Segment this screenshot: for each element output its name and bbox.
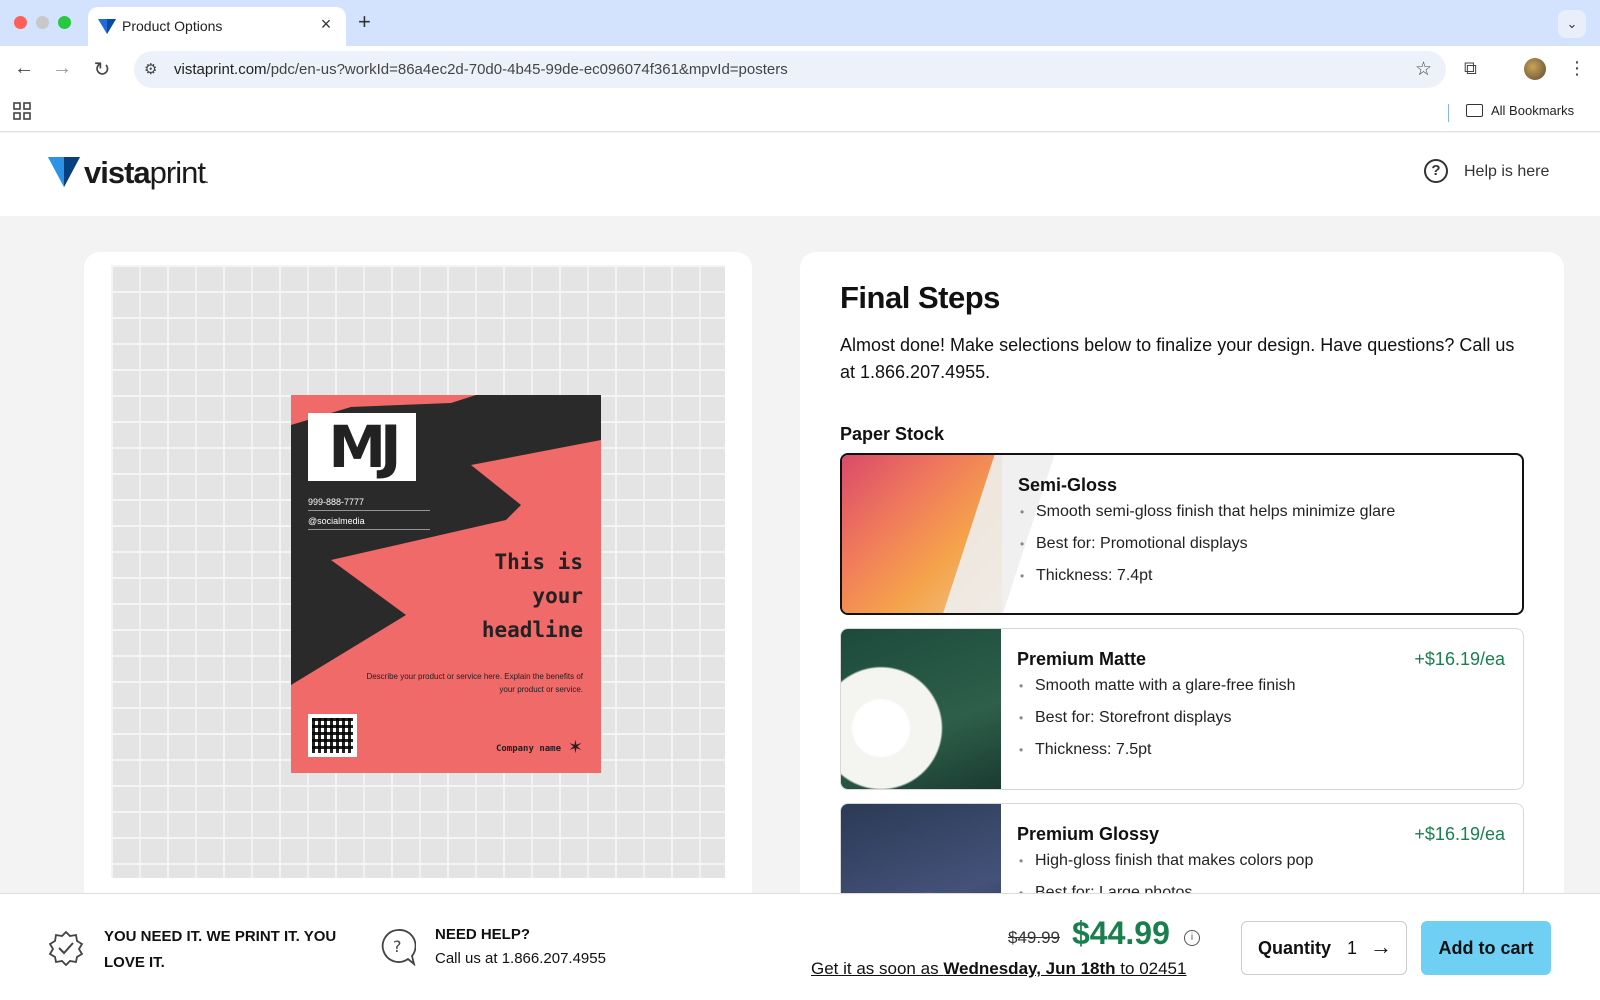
poster-initials-logo: MJ [308, 413, 416, 481]
apps-grid-icon[interactable] [13, 102, 31, 120]
checkout-bar: YOU NEED IT. WE PRINT IT. YOU LOVE IT. ?… [0, 893, 1600, 1000]
vistaprint-logo-mark-icon [48, 157, 80, 187]
semi-gloss-swatch-image [842, 455, 1002, 613]
delivery-zip: to 02451 [1120, 959, 1187, 978]
profile-avatar[interactable] [1524, 58, 1546, 80]
option-features: Smooth matte with a glare-free finish Be… [1017, 675, 1296, 771]
option-feature: Smooth matte with a glare-free finish [1017, 675, 1296, 707]
guarantee-text: YOU NEED IT. WE PRINT IT. YOU LOVE IT. [104, 928, 337, 971]
option-name: Premium Glossy [1017, 824, 1160, 844]
url-text: vistaprint.com/pdc/en-us?workId=86a4ec2d… [174, 61, 788, 78]
tab-close-icon[interactable]: × [316, 14, 336, 35]
guarantee-badge-check-icon [48, 930, 84, 966]
browser-menu-icon[interactable]: ⋮ [1568, 58, 1586, 79]
quantity-label: Quantity [1258, 938, 1332, 958]
option-price: +$16.19/ea [1414, 824, 1505, 844]
need-help-phone: Call us at 1.866.207.4955 [435, 950, 606, 967]
bookmarks-separator [1448, 104, 1449, 122]
delivery-date: Wednesday, Jun 18th [943, 959, 1116, 978]
quantity-selector[interactable]: Quantity 1 → [1241, 921, 1407, 975]
delivery-prefix: Get it as soon as [811, 959, 939, 978]
vistaprint-favicon-icon [98, 19, 116, 34]
folder-icon [1466, 104, 1483, 117]
all-bookmarks-label: All Bookmarks [1491, 103, 1575, 118]
price-info-icon[interactable]: i [1184, 930, 1200, 946]
need-help-title: NEED HELP? [435, 926, 531, 943]
forward-arrow-icon[interactable]: → [50, 57, 74, 80]
poster-description: Describe your product or service here. E… [366, 672, 583, 694]
paper-stock-label: Paper Stock [840, 424, 945, 444]
tab-title: Product Options [122, 18, 223, 34]
new-tab-icon[interactable]: + [358, 9, 371, 35]
original-price: $49.99 [1008, 928, 1060, 947]
address-bar[interactable]: ⚙ vistaprint.com/pdc/en-us?workId=86a4ec… [134, 51, 1446, 88]
back-arrow-icon[interactable]: ← [12, 57, 36, 80]
bookmark-star-icon[interactable]: ☆ [1415, 58, 1432, 81]
design-preview-card: MJ 999-888-7777 @socialmedia This is you… [84, 252, 752, 912]
minimize-window-button[interactable] [36, 16, 49, 29]
maximize-window-button[interactable] [58, 16, 71, 29]
poster-qr-code [308, 714, 357, 757]
poster-social: @socialmedia [308, 516, 430, 530]
delivery-estimate-link[interactable]: Get it as soon as Wednesday, Jun 18th to… [811, 959, 1186, 979]
page-title: Final Steps [840, 280, 1000, 315]
poster-star-icon: ✶ [567, 737, 583, 757]
poster-preview: MJ 999-888-7777 @socialmedia This is you… [291, 395, 601, 773]
option-name: Premium Matte [1017, 649, 1147, 669]
option-features: Smooth semi-gloss finish that helps mini… [1018, 501, 1395, 597]
poster-headline-line-1: This is [494, 550, 583, 574]
quantity-value: 1 [1347, 938, 1358, 958]
option-feature: Best for: Storefront displays [1017, 707, 1296, 739]
reload-icon[interactable]: ↻ [90, 57, 114, 82]
extensions-puzzle-icon[interactable]: ⧉ [1464, 58, 1477, 79]
help-question-icon: ? [1424, 159, 1448, 183]
browser-tab-bar: Product Options × + ⌄ [0, 0, 1600, 46]
arrow-right-icon: → [1370, 934, 1392, 959]
browser-tab-product-options[interactable]: Product Options × [88, 7, 346, 46]
final-steps-card: Final Steps Almost done! Make selections… [800, 252, 1564, 912]
option-feature: Best for: Promotional displays [1018, 533, 1395, 565]
paper-option-semi-gloss[interactable]: Semi-Gloss Smooth semi-gloss finish that… [840, 453, 1524, 615]
option-feature: Thickness: 7.5pt [1017, 739, 1296, 771]
paper-option-premium-matte[interactable]: Premium Matte +$16.19/ea Smooth matte wi… [840, 628, 1524, 790]
add-to-cart-button[interactable]: Add to cart [1421, 921, 1551, 975]
premium-matte-swatch-image [841, 629, 1001, 789]
poster-company-name: Company name [495, 744, 561, 754]
poster-headline: This is your headline [383, 545, 583, 647]
poster-phone: 999-888-7777 [308, 497, 430, 511]
close-window-button[interactable] [14, 16, 27, 29]
option-price: +$16.19/ea [1414, 649, 1505, 669]
help-label: Help is here [1464, 163, 1550, 180]
poster-headline-line-2: your [532, 584, 583, 608]
brick-wall-background: MJ 999-888-7777 @socialmedia This is you… [111, 265, 725, 878]
site-header: vistaprint. ? Help is here [0, 133, 1600, 216]
site-info-icon[interactable]: ⚙ [144, 60, 157, 78]
bookmarks-bar: All Bookmarks [0, 92, 1600, 132]
option-feature: Thickness: 7.4pt [1018, 565, 1395, 597]
svg-text:?: ? [393, 937, 402, 956]
help-chat-question-icon: ? [381, 929, 416, 966]
option-feature: High-gloss finish that makes colors pop [1017, 850, 1313, 882]
logo-wordmark: vistaprint. [84, 155, 209, 190]
final-steps-description: Almost done! Make selections below to fi… [840, 335, 1515, 382]
sale-price: $44.99 [1072, 915, 1170, 951]
tab-search-chevron-icon[interactable]: ⌄ [1558, 10, 1586, 38]
browser-toolbar: ← → ↻ ⚙ vistaprint.com/pdc/en-us?workId=… [0, 46, 1600, 92]
poster-headline-line-3: headline [481, 618, 583, 642]
option-feature: Smooth semi-gloss finish that helps mini… [1018, 501, 1395, 533]
option-name: Semi-Gloss [1018, 475, 1118, 495]
all-bookmarks-button[interactable]: All Bookmarks [1466, 103, 1574, 118]
